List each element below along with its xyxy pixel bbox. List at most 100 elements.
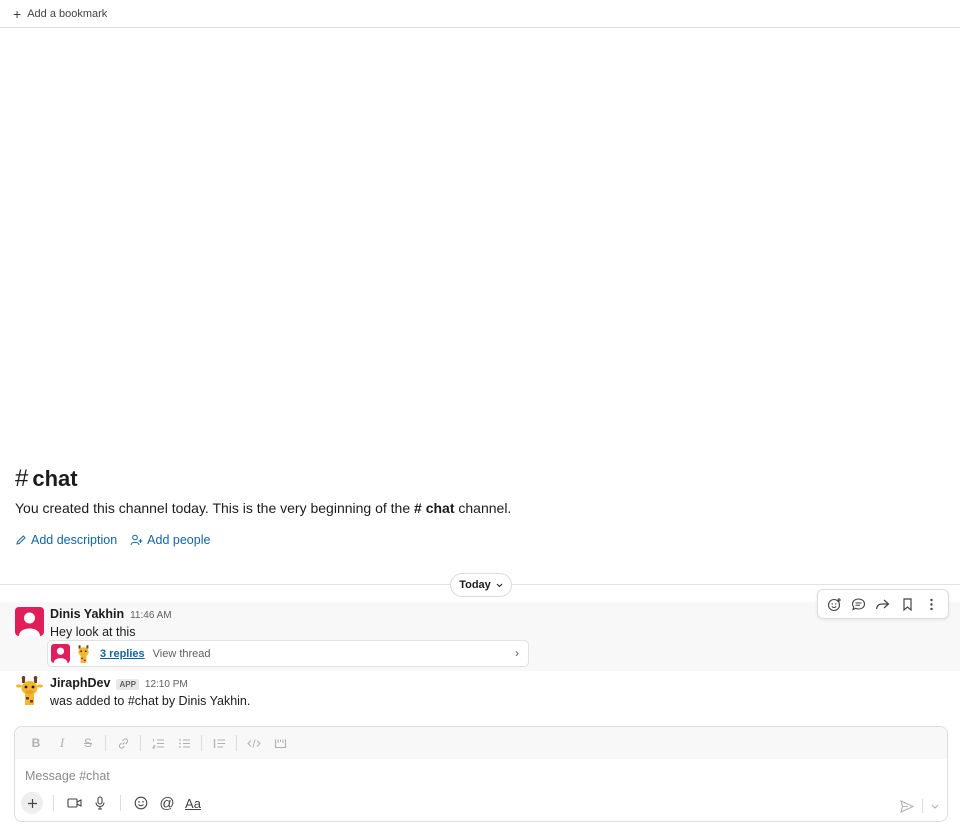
microphone-icon xyxy=(95,796,105,810)
plus-icon: + xyxy=(13,5,22,22)
emoji-icon xyxy=(134,796,148,810)
add-description-button[interactable]: Add description xyxy=(15,533,117,547)
avatar[interactable] xyxy=(15,676,44,705)
more-vertical-icon xyxy=(930,598,933,610)
user-avatar-icon xyxy=(53,647,68,663)
italic-button[interactable]: I xyxy=(49,731,75,755)
message-item[interactable]: Dinis Yakhin 11:46 AM Hey look at this 3… xyxy=(0,602,960,671)
add-bookmark-button[interactable]: + Add a bookmark xyxy=(13,7,107,21)
channel-title: # chat xyxy=(15,464,945,494)
italic-icon: I xyxy=(59,735,65,750)
app-badge: APP xyxy=(116,679,139,690)
send-button[interactable] xyxy=(900,799,914,813)
message-timestamp[interactable]: 11:46 AM xyxy=(130,610,172,621)
text-format-icon: Aa xyxy=(185,795,201,811)
channel-name: chat xyxy=(32,466,78,491)
day-divider-label: Today xyxy=(459,579,491,591)
pencil-icon xyxy=(16,535,26,545)
code-button[interactable] xyxy=(241,731,267,755)
toolbar-separator xyxy=(140,735,141,751)
message-author[interactable]: Dinis Yakhin xyxy=(50,607,124,621)
channel-intro-text: You created this channel today. This is … xyxy=(15,500,945,520)
link-icon xyxy=(118,737,128,749)
intro-suffix: channel. xyxy=(458,500,512,516)
blockquote-button[interactable] xyxy=(206,731,232,755)
thread-participant-avatar xyxy=(51,644,70,663)
add-reaction-icon xyxy=(827,597,841,611)
record-audio-button[interactable] xyxy=(88,791,112,815)
bulleted-list-button[interactable] xyxy=(171,731,197,755)
add-description-label: Add description xyxy=(31,533,118,547)
toolbar-separator xyxy=(201,735,202,751)
strikethrough-button[interactable]: S xyxy=(75,731,101,755)
message-author[interactable]: JiraphDev xyxy=(50,676,110,690)
add-people-label: Add people xyxy=(147,533,211,547)
message-text: Hey look at this xyxy=(50,625,136,639)
message-actions-toolbar xyxy=(817,589,949,619)
emoji-button[interactable] xyxy=(129,791,153,815)
ordered-list-button[interactable] xyxy=(145,731,171,755)
add-people-button[interactable]: Add people xyxy=(130,533,210,547)
save-for-later-button[interactable] xyxy=(896,593,918,615)
forward-message-button[interactable] xyxy=(872,593,894,615)
blockquote-icon xyxy=(213,738,225,748)
message-item[interactable]: JiraphDev APP 12:10 PM was added to #cha… xyxy=(0,671,960,716)
formatting-toolbar: B I S xyxy=(15,727,947,759)
code-block-icon xyxy=(274,739,286,748)
link-button[interactable] xyxy=(110,731,136,755)
thread-replies-link[interactable]: 3 replies xyxy=(100,648,145,660)
toolbar-separator xyxy=(105,735,106,751)
strikethrough-icon: S xyxy=(83,736,92,750)
giraffe-icon xyxy=(16,676,43,705)
chevron-down-icon xyxy=(931,804,939,809)
bold-button[interactable]: B xyxy=(23,731,49,755)
reply-in-thread-button[interactable] xyxy=(848,593,870,615)
message-composer: B I S Message #chat @ Aa xyxy=(14,726,948,822)
bookmark-bar: + Add a bookmark xyxy=(0,0,960,28)
day-divider-button[interactable]: Today xyxy=(450,573,512,597)
view-thread-label: View thread xyxy=(152,647,211,660)
formatting-toggle-button[interactable]: Aa xyxy=(181,791,205,815)
message-header: Dinis Yakhin 11:46 AM xyxy=(50,607,172,621)
toolbar-separator xyxy=(53,795,54,811)
channel-intro: # chat You created this channel today. T… xyxy=(15,464,945,547)
attach-button[interactable] xyxy=(21,792,43,814)
bulleted-list-icon xyxy=(178,738,190,748)
record-video-button[interactable] xyxy=(62,791,86,815)
add-reaction-button[interactable] xyxy=(823,593,845,615)
bookmark-icon xyxy=(903,597,912,611)
toolbar-separator xyxy=(120,795,121,811)
message-input[interactable] xyxy=(25,767,905,785)
intro-channel-mention[interactable]: # chat xyxy=(414,500,454,516)
message-timestamp[interactable]: 12:10 PM xyxy=(145,679,188,690)
add-bookmark-label: Add a bookmark xyxy=(27,7,108,20)
giraffe-icon xyxy=(78,645,89,663)
add-person-icon xyxy=(130,534,143,546)
hash-icon: # xyxy=(15,465,29,492)
composer-toolbar: @ Aa xyxy=(21,791,205,815)
mention-button[interactable]: @ xyxy=(155,791,179,815)
send-icon xyxy=(900,799,914,813)
video-icon xyxy=(66,798,82,808)
chevron-right-icon: › xyxy=(515,646,519,660)
message-text: was added to #chat by Dinis Yakhin. xyxy=(50,694,251,708)
code-block-button[interactable] xyxy=(267,731,293,755)
share-arrow-icon xyxy=(876,599,890,609)
more-actions-button[interactable] xyxy=(921,593,943,615)
message-header: JiraphDev APP 12:10 PM xyxy=(50,676,188,690)
thread-summary[interactable]: 3 replies View thread › xyxy=(47,640,529,667)
avatar[interactable] xyxy=(15,607,44,636)
code-icon xyxy=(247,738,261,748)
schedule-send-button[interactable] xyxy=(931,804,939,809)
plus-icon xyxy=(27,798,37,808)
bold-icon: B xyxy=(31,736,41,750)
thread-participant-avatar xyxy=(74,644,93,663)
toolbar-separator xyxy=(236,735,237,751)
at-mention-icon: @ xyxy=(159,794,175,812)
chevron-down-icon xyxy=(496,583,503,587)
thread-icon xyxy=(852,597,866,610)
intro-actions: Add description Add people xyxy=(15,533,945,547)
user-avatar-icon xyxy=(19,612,40,636)
ordered-list-icon xyxy=(151,738,164,748)
toolbar-separator xyxy=(922,799,923,813)
